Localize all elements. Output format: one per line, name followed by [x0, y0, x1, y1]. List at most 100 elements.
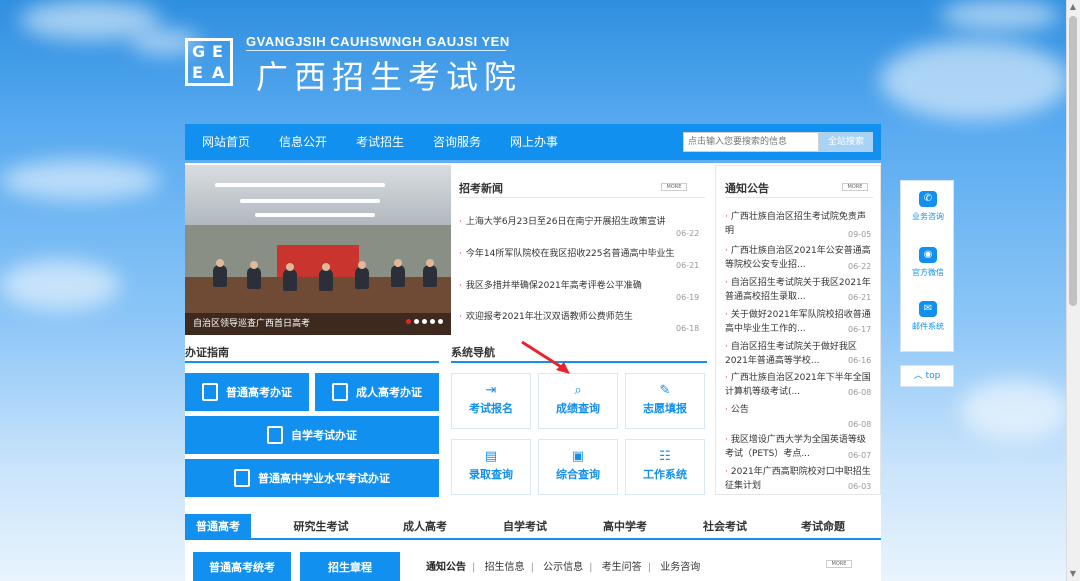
chevron-up-icon: ︿ [913, 371, 926, 381]
search-button[interactable]: 全站搜索 [819, 132, 873, 152]
scrollbar[interactable]: ▲ ▼ [1066, 0, 1080, 581]
tile-admission-query[interactable]: ▤ 录取查询 [451, 439, 531, 495]
slider-photo-person [213, 265, 227, 287]
news-date: 06-22 [676, 229, 700, 238]
slider-dot[interactable] [414, 319, 419, 324]
tile-label: 成绩查询 [556, 402, 600, 415]
news-slider[interactable]: 自治区领导巡查广西首日高考 [185, 165, 451, 335]
slider-dot[interactable] [438, 319, 443, 324]
slider-photo-head [216, 259, 224, 267]
bottom-more-button[interactable]: MORE [826, 560, 852, 568]
scroll-up-icon[interactable]: ▲ [1069, 3, 1077, 11]
tab-graduate[interactable]: 研究生考试 [281, 514, 361, 540]
scroll-down-icon[interactable]: ▼ [1069, 570, 1077, 578]
guide-divider [185, 361, 439, 363]
slider-photo-light [215, 183, 385, 187]
notice-title: 通知公告 [725, 182, 769, 195]
academic-level-cert-button[interactable]: 普通高中学业水平考试办证 [185, 459, 439, 497]
tab-social-exam[interactable]: 社会考试 [689, 514, 761, 540]
separator: | [647, 562, 652, 573]
side-item-consult[interactable]: ✆ 业务咨询 [901, 191, 955, 222]
tab-regular-gaokao[interactable]: 普通高考 [185, 514, 251, 540]
tile-application-fill[interactable]: ✎ 志愿填报 [625, 373, 705, 429]
side-item-mail[interactable]: ✉ 邮件系统 [901, 301, 955, 332]
nav-item-consult[interactable]: 咨询服务 [433, 124, 481, 160]
sub-tab[interactable]: 公示信息 [543, 562, 583, 573]
slider-photo-person [319, 269, 333, 291]
logo-letter: A [212, 63, 225, 82]
gaokao-unified-button[interactable]: 普通高考统考 [193, 552, 291, 581]
regular-exam-cert-button[interactable]: 普通高考办证 [185, 373, 309, 411]
slider-photo-person [247, 267, 261, 289]
adult-exam-cert-button[interactable]: 成人高考办证 [315, 373, 439, 411]
nav-item-info[interactable]: 信息公开 [279, 124, 327, 160]
tab-exam-proposition[interactable]: 考试命题 [787, 514, 859, 540]
tile-score-query[interactable]: ⌕ 成绩查询 [538, 373, 618, 429]
sub-tab[interactable]: 招生信息 [485, 562, 525, 573]
scrollbar-thumb[interactable] [1069, 16, 1077, 306]
sub-tab[interactable]: 业务咨询 [660, 562, 700, 573]
table-icon: ☷ [659, 449, 671, 464]
news-title: 招考新闻 [459, 182, 503, 195]
self-study-cert-button[interactable]: 自学考试办证 [185, 416, 439, 454]
site-name-en: GVANGJSIH CAUHSWNGH GAUJSI YEN [246, 34, 510, 49]
notice-item[interactable]: · 公告 [725, 403, 873, 417]
side-label: 业务咨询 [912, 212, 944, 221]
side-label: 官方微信 [912, 268, 944, 277]
slider-dot[interactable] [430, 319, 435, 324]
sub-tab[interactable]: 通知公告 [426, 562, 466, 573]
tile-work-system[interactable]: ☷ 工作系统 [625, 439, 705, 495]
tab-high-school[interactable]: 高中学考 [589, 514, 661, 540]
news-item[interactable]: · 欢迎报考2021年壮汉双语教师公费师范生 [459, 309, 633, 322]
slider-dot[interactable] [406, 319, 411, 324]
tab-self-study[interactable]: 自学考试 [489, 514, 561, 540]
tile-label: 综合查询 [556, 468, 600, 481]
slider-dot[interactable] [422, 319, 427, 324]
notice-date: 06-21 [848, 293, 872, 302]
news-more-button[interactable]: MORE [661, 183, 687, 191]
back-to-top-button[interactable]: ︿ top [900, 365, 954, 387]
search-icon: ⌕ [574, 383, 582, 398]
site-logo[interactable]: G E E A [185, 38, 233, 86]
slider-photo-person [283, 269, 297, 291]
news-item[interactable]: · 我区多措并举确保2021年高考评卷公平准确 [459, 278, 642, 291]
slider-photo-head [358, 261, 366, 269]
slider-photo-head [394, 259, 402, 267]
button-label: 普通高考办证 [226, 386, 292, 399]
tile-general-query[interactable]: ▣ 综合查询 [538, 439, 618, 495]
logo-letter: E [212, 42, 223, 61]
news-date: 06-19 [676, 293, 700, 302]
slider-photo-head [286, 263, 294, 271]
logo-letter: G [192, 42, 206, 61]
tile-exam-registration[interactable]: ⇥ 考试报名 [451, 373, 531, 429]
slider-photo-person [355, 267, 369, 289]
nav-item-online[interactable]: 网上办事 [510, 124, 558, 160]
sub-tabs: 通知公告 | 招生信息 | 公示信息 | 考生问答 | 业务咨询 [426, 558, 706, 573]
sub-tab[interactable]: 考生问答 [602, 562, 642, 573]
notice-more-button[interactable]: MORE [842, 183, 868, 191]
separator: | [530, 562, 534, 573]
system-nav-title: 系统导航 [451, 346, 495, 359]
slider-photo-light [240, 199, 380, 203]
tab-adult[interactable]: 成人高考 [389, 514, 461, 540]
nav-item-home[interactable]: 网站首页 [202, 124, 250, 160]
document-icon [202, 383, 218, 401]
slider-photo-person [391, 265, 405, 287]
news-item[interactable]: · 上海大学6月23日至26日在南宁开展招生政策宣讲 [459, 214, 666, 227]
admission-rules-button[interactable]: 招生章程 [300, 552, 400, 581]
side-float-bar: ✆ 业务咨询 ◉ 官方微信 ✉ 邮件系统 [900, 180, 954, 352]
notice-date: 06-16 [848, 356, 872, 365]
notice-date: 09-05 [848, 230, 872, 239]
slider-photo-light [255, 213, 375, 217]
search-input[interactable] [683, 132, 819, 152]
news-item[interactable]: · 今年14所军队院校在我区招收225名普通高中毕业生 [459, 246, 675, 259]
slider-photo-person [423, 265, 437, 287]
news-divider [459, 197, 705, 198]
notice-date: 06-08 [848, 388, 872, 397]
notice-date: 06-07 [848, 451, 872, 460]
chart-icon [267, 426, 283, 444]
nav-item-exam[interactable]: 考试招生 [356, 124, 404, 160]
side-item-wechat[interactable]: ◉ 官方微信 [901, 247, 955, 278]
button-label: 普通高中学业水平考试办证 [258, 472, 390, 485]
slider-photo-head [426, 259, 434, 267]
